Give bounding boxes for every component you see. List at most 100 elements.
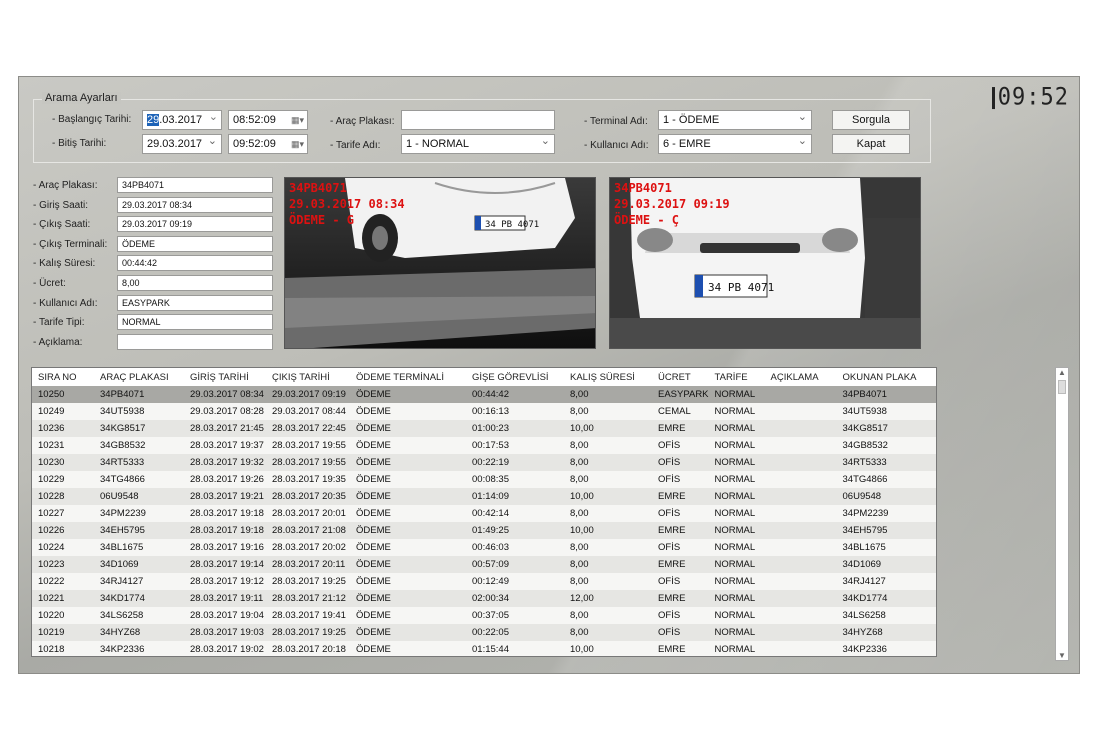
detail-value-field[interactable]: 00:44:42 bbox=[117, 255, 273, 272]
table-cell: 10224 bbox=[32, 539, 94, 556]
table-row[interactable]: 10229 34TG4866 28.03.2017 19:26 28.03.2017 … bbox=[32, 471, 936, 488]
table-cell bbox=[764, 488, 837, 505]
table-cell: 29.03.2017 09:19 bbox=[266, 386, 350, 403]
table-cell: NORMAL bbox=[708, 624, 765, 641]
table-row[interactable]: 10221 34KD1774 28.03.2017 19:11 28.03.2017 … bbox=[32, 590, 936, 607]
table-row[interactable]: 10231 34GB8532 28.03.2017 19:37 28.03.2017 … bbox=[32, 437, 936, 454]
table-cell: 10,00 bbox=[564, 641, 652, 656]
table-cell: ÖDEME bbox=[350, 556, 466, 573]
table-body: 10250 34PB4071 29.03.2017 08:34 29.03.2017 … bbox=[32, 386, 936, 656]
query-button[interactable]: Sorgula bbox=[832, 110, 910, 130]
table-cell bbox=[764, 522, 837, 539]
close-button[interactable]: Kapat bbox=[832, 134, 910, 154]
table-cell: EMRE bbox=[652, 641, 709, 656]
table-row[interactable]: 10236 34KG8517 28.03.2017 21:45 28.03.2017 … bbox=[32, 420, 936, 437]
table-cell: 10220 bbox=[32, 607, 94, 624]
end-time-field[interactable]: 09:52:09 bbox=[228, 134, 308, 154]
table-cell: NORMAL bbox=[708, 471, 765, 488]
table-row[interactable]: 10249 34UT5938 29.03.2017 08:28 29.03.2017 … bbox=[32, 403, 936, 420]
table-row[interactable]: 10226 34EH5795 28.03.2017 19:18 28.03.2017 … bbox=[32, 522, 936, 539]
table-cell: 34KP2336 bbox=[94, 641, 184, 656]
table-cell: 28.03.2017 19:02 bbox=[184, 641, 266, 656]
table-cell: 00:37:05 bbox=[466, 607, 564, 624]
tariff-select[interactable]: 1 - NORMAL bbox=[401, 134, 555, 154]
table-cell: 34EH5795 bbox=[94, 522, 184, 539]
scroll-thumb[interactable] bbox=[1058, 380, 1066, 394]
plate-input[interactable] bbox=[401, 110, 555, 130]
column-header[interactable]: AÇIKLAMA bbox=[764, 368, 837, 386]
table-cell: NORMAL bbox=[708, 607, 765, 624]
table-cell: ÖDEME bbox=[350, 573, 466, 590]
table-row[interactable]: 10223 34D1069 28.03.2017 19:14 28.03.2017 2… bbox=[32, 556, 936, 573]
column-header[interactable]: ARAÇ PLAKASI bbox=[94, 368, 184, 386]
table-cell: CEMAL bbox=[652, 403, 709, 420]
table-cell: 28.03.2017 19:16 bbox=[184, 539, 266, 556]
parking-app-window: 09:52 Arama Ayarları Başlangıç Tarihi: 2… bbox=[18, 76, 1080, 674]
terminal-label: Terminal Adı: bbox=[584, 116, 648, 127]
entry-overlay-time: 29.03.2017 08:34 bbox=[289, 197, 405, 211]
scroll-down-icon[interactable]: ▼ bbox=[1058, 651, 1066, 660]
table-cell: NORMAL bbox=[708, 573, 765, 590]
table-cell: 00:17:53 bbox=[466, 437, 564, 454]
column-header[interactable]: SIRA NO bbox=[32, 368, 94, 386]
detail-value-field[interactable]: NORMAL bbox=[117, 314, 273, 331]
column-header[interactable]: ÜCRET bbox=[652, 368, 709, 386]
detail-value-field[interactable]: ÖDEME bbox=[117, 235, 273, 252]
table-cell: 00:12:49 bbox=[466, 573, 564, 590]
scroll-up-icon[interactable]: ▲ bbox=[1058, 368, 1066, 377]
table-cell: 10231 bbox=[32, 437, 94, 454]
table-row[interactable]: 10222 34RJ4127 28.03.2017 19:12 28.03.2017 … bbox=[32, 573, 936, 590]
table-cell: 28.03.2017 21:12 bbox=[266, 590, 350, 607]
table-cell bbox=[764, 420, 837, 437]
table-row[interactable]: 10250 34PB4071 29.03.2017 08:34 29.03.2017 … bbox=[32, 386, 936, 403]
detail-value-field[interactable]: 29.03.2017 09:19 bbox=[117, 216, 273, 233]
table-row[interactable]: 10230 34RT5333 28.03.2017 19:32 28.03.2017 … bbox=[32, 454, 936, 471]
column-header[interactable]: GİŞE GÖREVLİSİ bbox=[466, 368, 564, 386]
entry-plate-text: 34 PB 4071 bbox=[485, 220, 539, 230]
detail-value-field[interactable]: 29.03.2017 08:34 bbox=[117, 196, 273, 213]
chevron-down-icon[interactable]: ⌄ bbox=[209, 111, 218, 126]
table-cell: 8,00 bbox=[564, 556, 652, 573]
table-row[interactable]: 10224 34BL1675 28.03.2017 19:16 28.03.2017 … bbox=[32, 539, 936, 556]
column-header[interactable]: ÇIKIŞ TARİHİ bbox=[266, 368, 350, 386]
end-date-field[interactable]: 29.03.2017 bbox=[142, 134, 222, 154]
detail-value-field[interactable] bbox=[117, 333, 273, 350]
table-cell: ÖDEME bbox=[350, 454, 466, 471]
table-cell: 8,00 bbox=[564, 539, 652, 556]
table-cell: 28.03.2017 19:32 bbox=[184, 454, 266, 471]
table-cell: 34GB8532 bbox=[94, 437, 184, 454]
detail-value-field[interactable]: 8,00 bbox=[117, 275, 273, 291]
table-row[interactable]: 10227 34PM2239 28.03.2017 19:18 28.03.2017 … bbox=[32, 505, 936, 522]
clock-display: 09:52 bbox=[991, 83, 1069, 112]
table-cell: 01:14:09 bbox=[466, 488, 564, 505]
table-row[interactable]: 10218 34KP2336 28.03.2017 19:02 28.03.2017 … bbox=[32, 641, 936, 656]
table-row[interactable]: 10219 34HYZ68 28.03.2017 19:03 28.03.2017 1… bbox=[32, 624, 936, 641]
column-header[interactable]: ÖDEME TERMİNALİ bbox=[350, 368, 466, 386]
table-cell: 34TG4866 bbox=[836, 471, 936, 488]
detail-value-field[interactable]: 34PB4071 bbox=[117, 177, 273, 193]
table-cell: 10,00 bbox=[564, 522, 652, 539]
column-header[interactable]: OKUNAN PLAKA bbox=[836, 368, 936, 386]
column-header[interactable]: GİRİŞ TARİHİ bbox=[184, 368, 266, 386]
table-cell bbox=[764, 403, 837, 420]
detail-label: Tarife Tipi: bbox=[33, 317, 85, 328]
table-scrollbar[interactable]: ▲ ▼ bbox=[1055, 367, 1069, 661]
terminal-select[interactable]: 1 - ÖDEME bbox=[658, 110, 812, 130]
table-cell: 10228 bbox=[32, 488, 94, 505]
exit-overlay-time: 29.03.2017 09:19 bbox=[614, 197, 730, 211]
table-cell: ÖDEME bbox=[350, 420, 466, 437]
table-cell: NORMAL bbox=[708, 556, 765, 573]
detail-value-field[interactable]: EASYPARK bbox=[117, 294, 273, 311]
table-cell: 10,00 bbox=[564, 420, 652, 437]
start-date-field[interactable]: 29.03.2017 ⌄ bbox=[142, 110, 222, 130]
table-row[interactable]: 10220 34LS6258 28.03.2017 19:04 28.03.2017 … bbox=[32, 607, 936, 624]
column-header[interactable]: KALIŞ SÜRESİ bbox=[564, 368, 652, 386]
user-select[interactable]: 6 - EMRE bbox=[658, 134, 812, 154]
table-row[interactable]: 10228 06U9548 28.03.2017 19:21 28.03.2017 2… bbox=[32, 488, 936, 505]
table-cell: 28.03.2017 21:08 bbox=[266, 522, 350, 539]
start-time-field[interactable]: 08:52:09 bbox=[228, 110, 308, 130]
column-header[interactable]: TARİFE bbox=[708, 368, 765, 386]
table-cell: 10249 bbox=[32, 403, 94, 420]
table-cell: NORMAL bbox=[708, 386, 765, 403]
table-cell: 28.03.2017 20:01 bbox=[266, 505, 350, 522]
